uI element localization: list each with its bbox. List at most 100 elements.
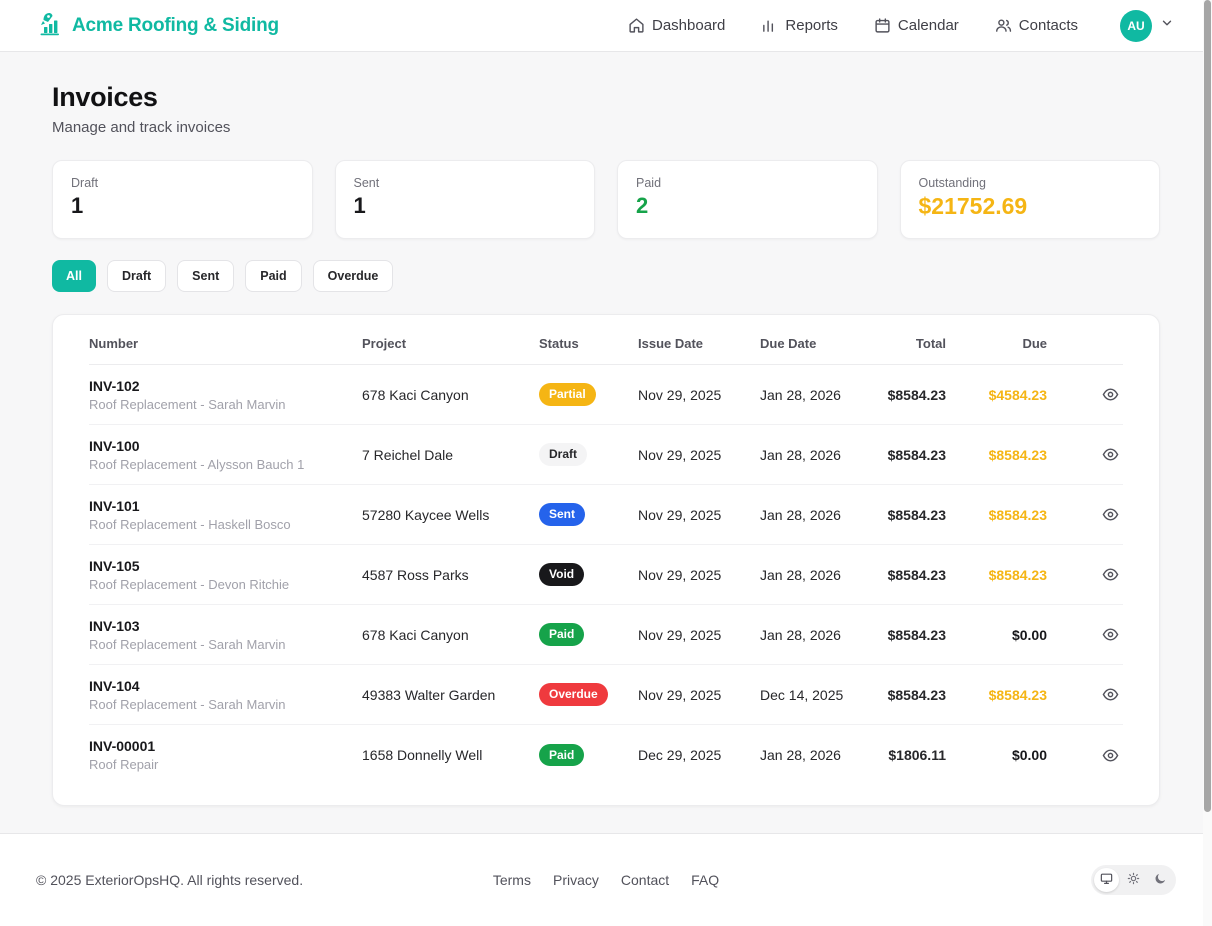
view-invoice-button[interactable]	[1098, 682, 1123, 707]
invoice-description: Roof Replacement - Alysson Bauch 1	[89, 457, 362, 472]
table-header-row: Number Project Status Issue Date Due Dat…	[89, 321, 1123, 365]
filter-chip-sent[interactable]: Sent	[177, 260, 234, 292]
invoice-number: INV-101	[89, 498, 362, 514]
invoice-description: Roof Replacement - Devon Ritchie	[89, 577, 362, 592]
stat-value: 1	[354, 193, 577, 219]
invoice-issue-date: Nov 29, 2025	[638, 447, 760, 463]
filter-chip-draft[interactable]: Draft	[107, 260, 166, 292]
status-badge: Paid	[539, 744, 584, 766]
footer-link-privacy[interactable]: Privacy	[553, 872, 599, 888]
filter-chip-overdue[interactable]: Overdue	[313, 260, 394, 292]
stat-label: Draft	[71, 176, 294, 190]
invoice-issue-date: Nov 29, 2025	[638, 627, 760, 643]
page-subtitle: Manage and track invoices	[52, 119, 1160, 136]
invoice-project: 57280 Kaycee Wells	[362, 507, 539, 523]
footer-link-terms[interactable]: Terms	[493, 872, 531, 888]
invoice-number: INV-105	[89, 558, 362, 574]
table-row[interactable]: INV-104 Roof Replacement - Sarah Marvin …	[89, 665, 1123, 725]
invoice-total: $8584.23	[887, 567, 946, 583]
invoice-project: 678 Kaci Canyon	[362, 387, 539, 403]
footer-link-faq[interactable]: FAQ	[691, 872, 719, 888]
theme-system-button[interactable]	[1094, 868, 1119, 892]
invoice-issue-date: Nov 29, 2025	[638, 567, 760, 583]
user-menu[interactable]: AU	[1120, 10, 1174, 42]
filter-chip-paid[interactable]: Paid	[245, 260, 301, 292]
invoices-page: Invoices Manage and track invoices Draft…	[0, 52, 1212, 806]
invoice-number: INV-102	[89, 378, 362, 394]
theme-dark-button[interactable]	[1148, 868, 1173, 892]
page-footer: © 2025 ExteriorOpsHQ. All rights reserve…	[0, 833, 1212, 926]
view-invoice-button[interactable]	[1098, 502, 1123, 527]
stat-value: 1	[71, 193, 294, 219]
invoice-issue-date: Nov 29, 2025	[638, 687, 760, 703]
invoice-due-date: Jan 28, 2026	[760, 447, 887, 463]
stat-value: 2	[636, 193, 859, 219]
stat-label: Outstanding	[919, 176, 1142, 190]
vertical-scrollbar-thumb[interactable]	[1204, 0, 1211, 812]
invoice-number: INV-00001	[89, 738, 362, 754]
invoice-project: 678 Kaci Canyon	[362, 627, 539, 643]
column-header-project: Project	[362, 336, 539, 351]
stat-label: Sent	[354, 176, 577, 190]
invoice-total: $8584.23	[887, 387, 946, 403]
nav-item-reports[interactable]: Reports	[761, 17, 838, 34]
nav-item-dashboard[interactable]: Dashboard	[628, 17, 725, 34]
filter-chip-all[interactable]: All	[52, 260, 96, 292]
moon-icon	[1154, 872, 1167, 888]
nav-label: Calendar	[898, 17, 959, 34]
theme-toggle	[1091, 865, 1176, 895]
invoice-due-amount: $8584.23	[946, 687, 1047, 703]
bar-chart-icon	[761, 17, 778, 34]
table-row[interactable]: INV-00001 Roof Repair 1658 Donnelly Well…	[89, 725, 1123, 785]
avatar[interactable]: AU	[1120, 10, 1152, 42]
column-header-due-date: Due Date	[760, 336, 887, 351]
stat-card-draft: Draft 1	[52, 160, 313, 239]
invoice-due-date: Jan 28, 2026	[760, 567, 887, 583]
theme-light-button[interactable]	[1121, 868, 1146, 892]
table-row[interactable]: INV-101 Roof Replacement - Haskell Bosco…	[89, 485, 1123, 545]
table-row[interactable]: INV-105 Roof Replacement - Devon Ritchie…	[89, 545, 1123, 605]
nav-item-contacts[interactable]: Contacts	[995, 17, 1078, 34]
column-header-status: Status	[539, 336, 638, 351]
table-row[interactable]: INV-102 Roof Replacement - Sarah Marvin …	[89, 365, 1123, 425]
chevron-down-icon	[1160, 16, 1174, 35]
invoice-due-amount: $8584.23	[946, 567, 1047, 583]
invoice-due-date: Jan 28, 2026	[760, 747, 887, 763]
view-invoice-button[interactable]	[1098, 382, 1123, 407]
status-badge: Sent	[539, 503, 585, 525]
table-row[interactable]: INV-103 Roof Replacement - Sarah Marvin …	[89, 605, 1123, 665]
top-navigation-bar: Acme Roofing & Siding Dashboard Reports …	[0, 0, 1212, 52]
view-invoice-button[interactable]	[1098, 622, 1123, 647]
invoice-description: Roof Replacement - Haskell Bosco	[89, 517, 362, 532]
status-badge: Overdue	[539, 683, 608, 705]
nav-label: Reports	[785, 17, 838, 34]
invoice-issue-date: Nov 29, 2025	[638, 507, 760, 523]
column-header-number: Number	[89, 336, 362, 351]
view-invoice-button[interactable]	[1098, 743, 1123, 768]
status-badge: Partial	[539, 383, 596, 405]
table-row[interactable]: INV-100 Roof Replacement - Alysson Bauch…	[89, 425, 1123, 485]
invoice-project: 4587 Ross Parks	[362, 567, 539, 583]
monitor-icon	[1100, 872, 1113, 888]
status-badge: Void	[539, 563, 584, 585]
invoice-total: $8584.23	[887, 447, 946, 463]
footer-link-contact[interactable]: Contact	[621, 872, 669, 888]
nav-item-calendar[interactable]: Calendar	[874, 17, 959, 34]
stat-card-sent: Sent 1	[335, 160, 596, 239]
invoice-description: Roof Replacement - Sarah Marvin	[89, 637, 362, 652]
invoice-due-amount: $0.00	[946, 747, 1047, 763]
stat-value: $21752.69	[919, 193, 1142, 220]
column-header-issue-date: Issue Date	[638, 336, 760, 351]
column-header-due: Due	[946, 336, 1047, 351]
page-title: Invoices	[52, 82, 1160, 113]
invoice-total: $8584.23	[887, 627, 946, 643]
sun-icon	[1127, 872, 1140, 888]
invoice-number: INV-104	[89, 678, 362, 694]
invoice-due-amount: $8584.23	[946, 507, 1047, 523]
view-invoice-button[interactable]	[1098, 442, 1123, 467]
view-invoice-button[interactable]	[1098, 562, 1123, 587]
invoice-number: INV-100	[89, 438, 362, 454]
invoice-project: 1658 Donnelly Well	[362, 747, 539, 763]
brand-logo[interactable]: Acme Roofing & Siding	[36, 10, 279, 42]
invoice-issue-date: Nov 29, 2025	[638, 387, 760, 403]
